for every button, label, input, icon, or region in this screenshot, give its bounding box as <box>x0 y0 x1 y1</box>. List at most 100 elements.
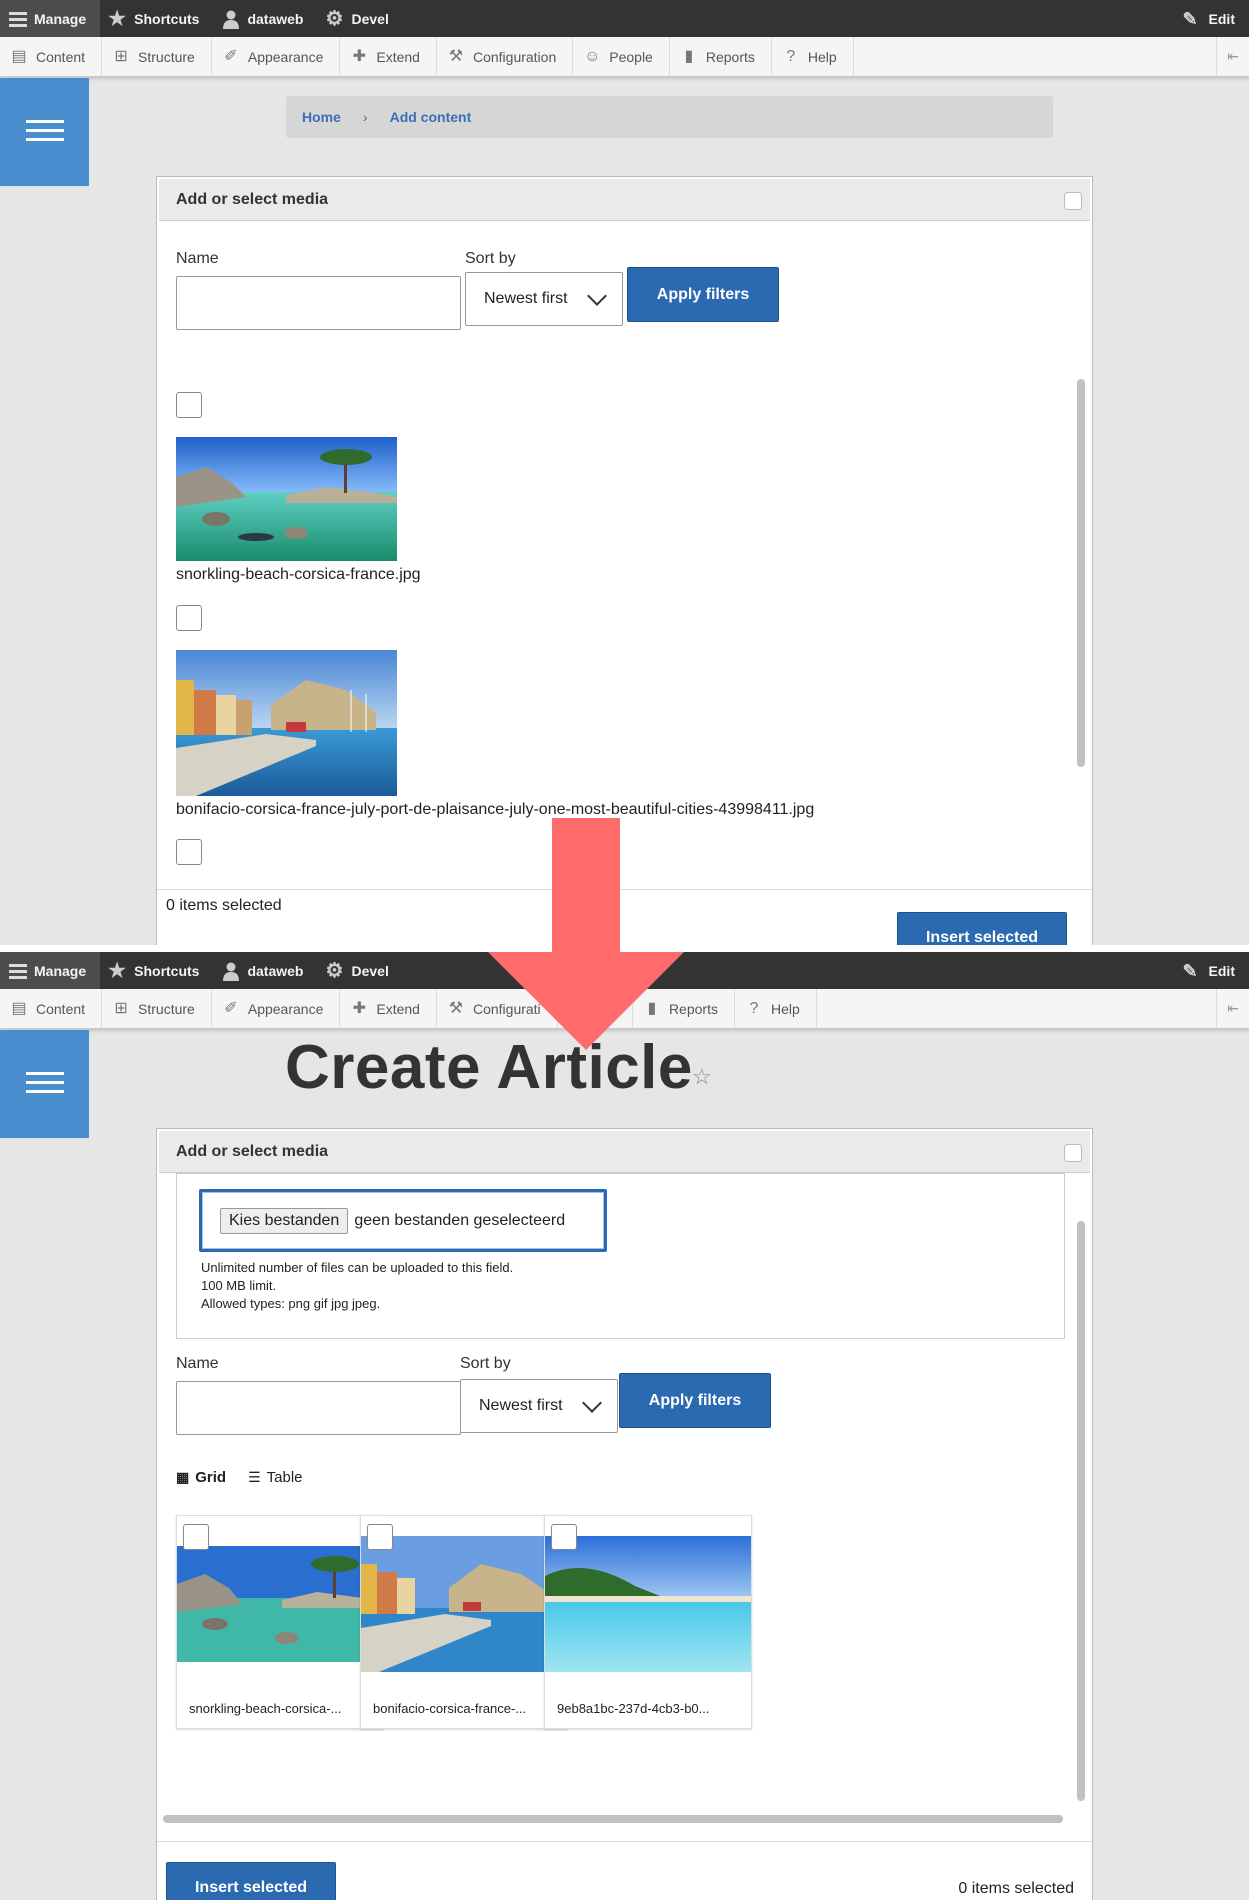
admin-tray: ▤ Content ⊞ Structure ✐ Appearance ✚ Extend … <box>0 989 1249 1029</box>
chevron-down-icon <box>587 286 607 306</box>
media-select-checkbox[interactable] <box>367 1524 393 1550</box>
tray-label: Extend <box>376 48 420 65</box>
media-select-checkbox[interactable] <box>183 1524 209 1550</box>
star-icon: ★ <box>108 959 127 982</box>
sort-by-label: Sort by <box>460 1355 511 1372</box>
manage-button[interactable]: Manage <box>0 0 101 37</box>
dialog-close-button[interactable] <box>1064 1144 1082 1162</box>
tray-item-people[interactable]: ☺ People <box>573 37 670 76</box>
tray-item-reports[interactable]: ▮ Reports <box>670 37 772 76</box>
dialog-scrollbar[interactable] <box>1077 379 1085 767</box>
sort-by-label: Sort by <box>465 250 516 267</box>
tray-item-configuration[interactable]: ⚒ Configurati <box>437 989 558 1028</box>
chevron-right-icon: › <box>362 109 368 125</box>
bar-chart-icon: ▮ <box>647 999 657 1017</box>
tray-item-extend[interactable]: ✚ Extend <box>340 37 437 76</box>
manage-button[interactable]: Manage <box>0 952 101 989</box>
tray-label: Content <box>36 48 86 65</box>
tray-item-help[interactable]: ? Help <box>772 37 854 76</box>
edit-button[interactable]: ✎ Edit <box>1175 0 1249 37</box>
tray-label: Extend <box>376 1000 420 1017</box>
sort-by-select[interactable]: Newest first <box>460 1379 618 1433</box>
breadcrumb: Home › Add content <box>286 96 1053 138</box>
media-thumbnail-bonifacio[interactable] <box>176 650 397 796</box>
devel-button[interactable]: ⚙ Devel <box>317 952 402 989</box>
media-select-checkbox[interactable] <box>551 1524 577 1550</box>
media-select-checkbox[interactable] <box>176 605 202 631</box>
screenshot-before: Manage ★ Shortcuts dataweb ⚙ Devel ✎ Edi… <box>0 0 1249 945</box>
shortcuts-label: Shortcuts <box>134 962 200 979</box>
sidebar-toggle[interactable] <box>0 1030 89 1138</box>
file-upload-widget[interactable]: Kies bestanden geen bestanden geselectee… <box>199 1189 607 1252</box>
tray-item-appearance[interactable]: ✐ Appearance <box>212 989 341 1028</box>
tray-collapse-button[interactable]: ⇤ <box>1216 37 1249 76</box>
tray-item-extend[interactable]: ✚ Extend <box>340 989 437 1028</box>
dialog-title: Add or select media <box>176 190 329 208</box>
no-file-text: geen bestanden geselecteerd <box>354 1211 566 1229</box>
media-grid-item[interactable]: bonifacio-corsica-france-... <box>360 1515 568 1729</box>
breadcrumb-current-link[interactable]: Add content <box>390 109 472 125</box>
media-select-checkbox[interactable] <box>176 839 202 865</box>
hamburger-icon <box>8 961 28 981</box>
dialog-scrollbar[interactable] <box>1077 1221 1085 1801</box>
tray-collapse-button[interactable]: ⇤ <box>1216 989 1249 1028</box>
sidebar-toggle[interactable] <box>0 78 89 186</box>
tray-label: People <box>609 48 653 65</box>
tray-item-people[interactable]: eople <box>558 989 633 1028</box>
media-select-checkbox[interactable] <box>176 392 202 418</box>
admin-toolbar: Manage ★ Shortcuts dataweb ⚙ Devel ✎ Edi… <box>0 0 1249 37</box>
choose-files-button[interactable]: Kies bestanden <box>220 1207 349 1234</box>
view-toggle: ▦ Grid ☰ Table <box>176 1469 303 1486</box>
list-icon: ☰ <box>248 1469 261 1485</box>
media-thumbnail-bonifacio <box>361 1536 567 1672</box>
tray-item-structure[interactable]: ⊞ Structure <box>102 37 212 76</box>
scrollbar-thumb[interactable] <box>1077 379 1085 767</box>
tray-item-help[interactable]: ? Help <box>735 989 817 1028</box>
tray-item-configuration[interactable]: ⚒ Configuration <box>437 37 574 76</box>
scrollbar-thumb[interactable] <box>1077 1221 1085 1801</box>
apply-filters-button[interactable]: Apply filters <box>627 267 779 322</box>
scrollbar-thumb[interactable] <box>163 1815 1063 1823</box>
apply-filters-button[interactable]: Apply filters <box>619 1373 771 1428</box>
tray-label: Structure <box>138 48 195 65</box>
edit-button[interactable]: ✎ Edit <box>1175 952 1249 989</box>
tray-item-appearance[interactable]: ✐ Appearance <box>212 37 341 76</box>
wrench-icon: ⚒ <box>448 999 464 1017</box>
devel-button[interactable]: ⚙ Devel <box>317 0 402 37</box>
user-button[interactable]: dataweb <box>213 952 317 989</box>
tray-item-structure[interactable]: ⊞ Structure <box>102 989 212 1028</box>
grid-view-link[interactable]: ▦ Grid <box>176 1469 226 1486</box>
upload-fieldset: Kies bestanden geen bestanden geselectee… <box>176 1173 1065 1339</box>
name-label: Name <box>176 250 219 267</box>
breadcrumb-home-link[interactable]: Home <box>302 109 341 125</box>
hamburger-icon <box>26 120 64 142</box>
media-grid-label: bonifacio-corsica-france-... <box>373 1701 527 1716</box>
tray-item-reports[interactable]: ▮ Reports <box>633 989 735 1028</box>
manage-label: Manage <box>34 962 87 979</box>
shortcuts-button[interactable]: ★ Shortcuts <box>100 952 213 989</box>
dialog-header: Add or select media <box>159 179 1090 221</box>
star-outline-icon[interactable]: ☆ <box>692 1064 712 1090</box>
name-filter-input[interactable] <box>176 276 461 330</box>
insert-selected-button[interactable]: Insert selected <box>897 912 1067 945</box>
edit-label: Edit <box>1208 10 1235 27</box>
tray-item-content[interactable]: ▤ Content <box>0 37 103 76</box>
media-thumbnail-beach <box>545 1536 751 1672</box>
user-button[interactable]: dataweb <box>213 0 317 37</box>
media-grid-item[interactable]: 9eb8a1bc-237d-4cb3-b0... <box>544 1515 752 1729</box>
table-view-link[interactable]: ☰ Table <box>248 1469 302 1486</box>
tray-item-content[interactable]: ▤ Content <box>0 989 103 1028</box>
media-grid-label: snorkling-beach-corsica-... <box>189 1701 342 1716</box>
tray-label: Configurati <box>472 1000 541 1017</box>
media-grid-item[interactable]: snorkling-beach-corsica-... <box>176 1515 384 1729</box>
shortcuts-button[interactable]: ★ Shortcuts <box>100 0 213 37</box>
tray-label: Help <box>770 1000 800 1017</box>
gear-icon: ⚙ <box>325 7 344 30</box>
sort-by-select[interactable]: Newest first <box>465 272 623 326</box>
media-thumbnail-snorkling[interactable] <box>176 437 397 561</box>
insert-selected-button[interactable]: Insert selected <box>166 1862 336 1900</box>
name-filter-input[interactable] <box>176 1381 461 1435</box>
grid-icon: ▦ <box>176 1469 190 1485</box>
dialog-close-button[interactable] <box>1064 192 1082 210</box>
horizontal-scrollbar[interactable] <box>163 1815 1063 1823</box>
